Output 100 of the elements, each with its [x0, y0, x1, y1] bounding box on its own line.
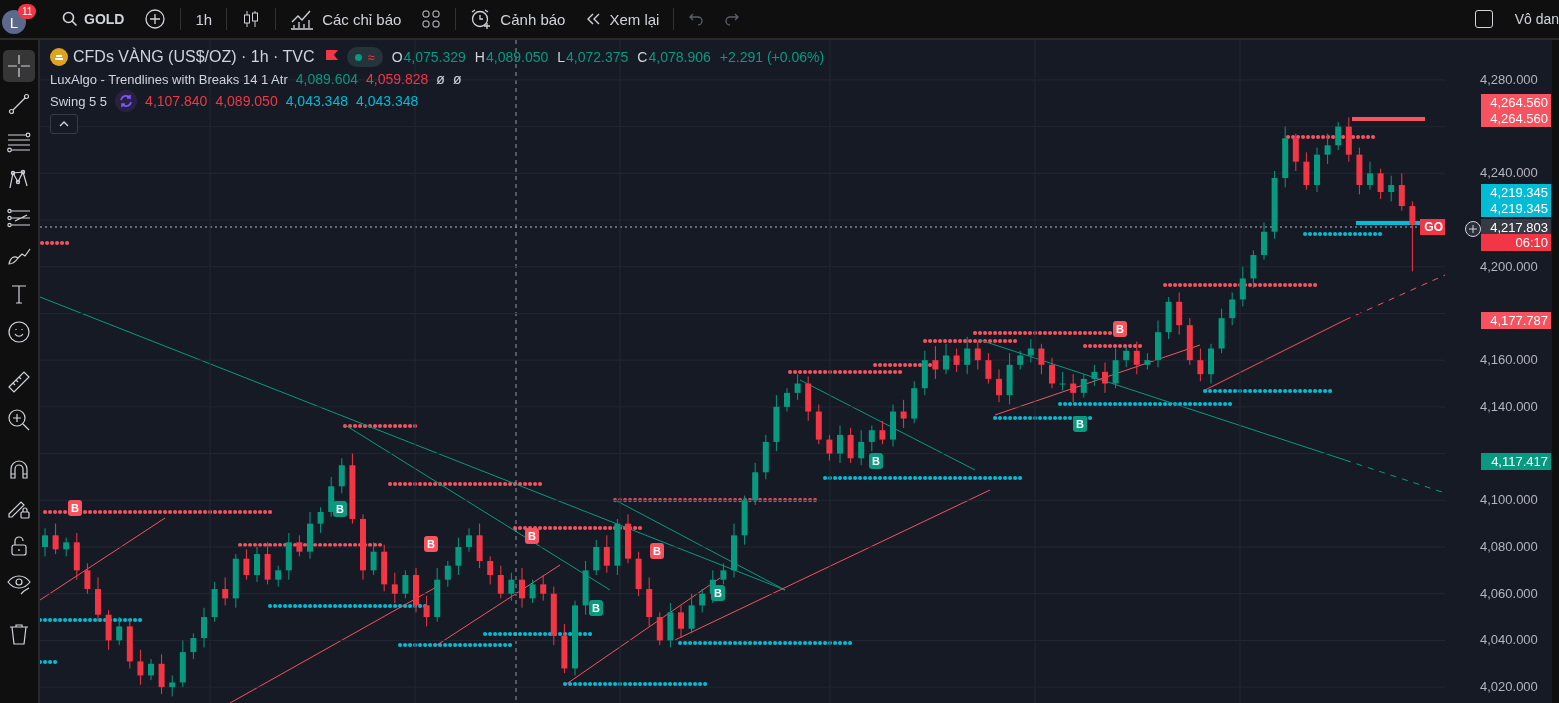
- candlestick: [1102, 362, 1108, 394]
- symbol-search-button[interactable]: GOLD: [54, 4, 133, 34]
- break-label: B: [1073, 416, 1087, 432]
- coin-icon: [50, 48, 68, 66]
- candlestick: [116, 616, 123, 646]
- candlestick: [1377, 168, 1384, 200]
- price-tick-label: 4,160.000: [1480, 352, 1538, 368]
- notification-badge: 11: [18, 4, 37, 19]
- smiley-icon: [7, 320, 31, 344]
- chart-icon: [290, 8, 315, 30]
- price-tick-label: 4,140.000: [1480, 398, 1538, 414]
- candlestick: [1239, 266, 1246, 307]
- parallel-lines-icon: [7, 130, 31, 154]
- indicators-button[interactable]: Các chỉ báo: [282, 4, 410, 34]
- break-label: B: [711, 585, 725, 601]
- candlestick: [42, 527, 48, 557]
- candlestick: [593, 539, 600, 576]
- alerts-button[interactable]: Cảnh báo: [462, 4, 574, 34]
- candlestick: [932, 345, 939, 380]
- candlestick: [1367, 161, 1373, 191]
- candlestick: [1091, 364, 1098, 387]
- candlestick: [656, 611, 663, 646]
- candlestick: [868, 425, 875, 452]
- candlestick: [1292, 133, 1299, 172]
- candlestick: [1027, 338, 1034, 364]
- alarm-clock-icon: [470, 8, 493, 30]
- grid-icon: [421, 9, 442, 29]
- candlestick: [847, 427, 854, 464]
- price-tick-label: 4,020.000: [1480, 679, 1538, 695]
- candlestick: [1038, 343, 1045, 375]
- indicator-value: 4,043.348: [285, 93, 348, 109]
- ruler-icon: [7, 370, 31, 394]
- candlestick: [190, 632, 197, 660]
- price-label: 06:10: [1481, 234, 1551, 251]
- price-label: 4,219.345: [1481, 200, 1551, 217]
- candlestick: [402, 569, 409, 599]
- indicator-value: 4,059.828: [366, 71, 429, 87]
- candlestick: [222, 576, 229, 606]
- candlestick: [423, 595, 430, 627]
- candlestick: [1133, 340, 1140, 375]
- candlestick: [508, 572, 515, 602]
- collapse-legend-button[interactable]: [50, 114, 78, 134]
- break-label: B: [68, 500, 82, 516]
- candlestick: [953, 348, 960, 373]
- candlestick: [1112, 348, 1119, 389]
- price-change: +2.291 (+0.06%): [719, 49, 825, 65]
- fib-levels-icon: [7, 206, 31, 230]
- candlestick: [1324, 133, 1331, 165]
- candlestick: [985, 352, 992, 385]
- candlestick: [1123, 345, 1130, 368]
- replay-button[interactable]: Xem lại: [577, 4, 668, 34]
- candlestick: [148, 658, 154, 681]
- price-tick-label: 4,240.000: [1480, 165, 1538, 181]
- candlestick: [137, 649, 144, 686]
- candlestick: [201, 607, 207, 648]
- redo-icon: [724, 12, 741, 26]
- candlestick: [487, 555, 494, 585]
- candlestick: [243, 548, 250, 581]
- crosshair-icon: [7, 54, 31, 78]
- ohlc-value: 4,075.329: [403, 49, 466, 65]
- candlestick: [254, 546, 260, 583]
- symbol-title[interactable]: CFDs VÀNG (US$/OZ) · 1h · TVC: [73, 48, 315, 66]
- candlestick: [63, 537, 70, 557]
- ohlc-label: O: [391, 49, 403, 65]
- crosshair-tool-button[interactable]: [3, 50, 35, 82]
- ohlc-value: 4,072.375: [566, 49, 629, 65]
- ohlc-value: 4,089.050: [485, 49, 549, 65]
- indicator-name[interactable]: Swing 5 5: [50, 93, 108, 109]
- candlestick: [444, 560, 451, 588]
- interval-button[interactable]: 1h: [187, 4, 221, 34]
- candlestick: [837, 425, 843, 464]
- candlestick: [720, 562, 727, 585]
- candlestick: [84, 562, 91, 595]
- candlestick: [1197, 348, 1204, 382]
- layout-name-label[interactable]: Vô dan: [1514, 11, 1559, 27]
- candlestick: [1080, 373, 1087, 399]
- status-dot: [354, 53, 362, 61]
- indicator-value: ø: [452, 71, 462, 87]
- line-segment-icon: [7, 92, 31, 116]
- add-icon[interactable]: [1464, 220, 1482, 238]
- rewind-icon: [585, 12, 602, 26]
- ohlc-value: 4,078.906: [648, 49, 711, 65]
- candlestick: [964, 336, 971, 375]
- ohlc-label: C: [637, 49, 648, 65]
- candlestick: [678, 604, 684, 639]
- ohlc-label: H: [474, 49, 485, 65]
- zoom-in-icon: [7, 408, 31, 432]
- candlestick: [1070, 373, 1077, 403]
- candlestick: [1017, 350, 1024, 371]
- candlestick: [879, 420, 886, 445]
- candlestick: [1250, 249, 1257, 289]
- candlestick: [466, 527, 472, 553]
- break-label: B: [589, 600, 603, 616]
- price-tick-label: 4,280.000: [1480, 71, 1538, 87]
- candlestick: [540, 574, 547, 602]
- trash-icon: [7, 622, 31, 646]
- candlestick: [1303, 151, 1310, 191]
- checkbox[interactable]: [1474, 10, 1493, 28]
- indicator-name[interactable]: LuxAlgo - Trendlines with Breaks 14 1 Atr: [50, 71, 288, 87]
- candlestick: [1229, 291, 1236, 326]
